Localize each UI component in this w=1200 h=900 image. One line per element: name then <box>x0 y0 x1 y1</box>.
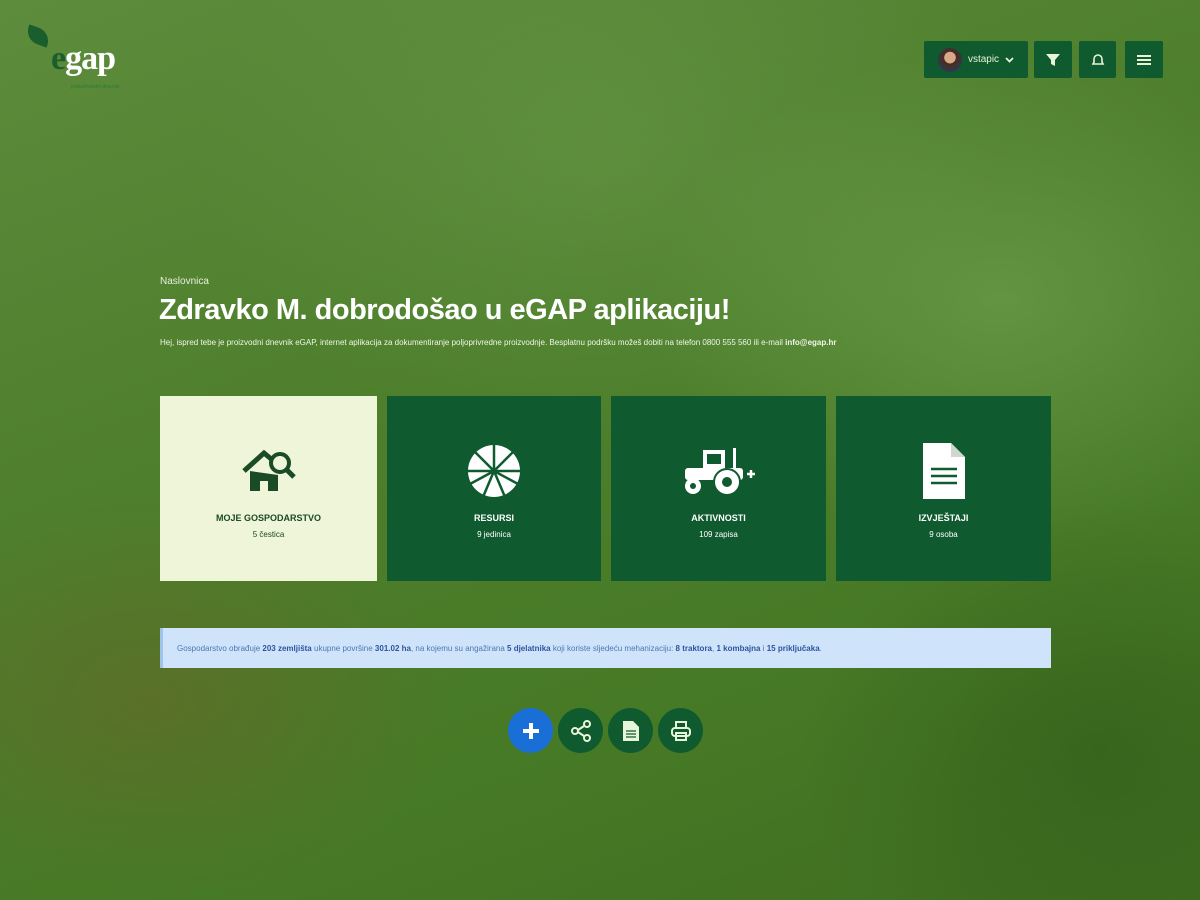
house-search-icon <box>241 449 296 491</box>
egap-logo[interactable]: egap poljoprivredni dnevnik <box>23 24 151 96</box>
card-subtitle: 9 jedinica <box>477 530 511 539</box>
breadcrumb[interactable]: Naslovnica <box>160 276 209 287</box>
card-moje-gospodarstvo[interactable]: Moje gospodarstvo 5 čestica <box>160 396 377 581</box>
card-subtitle: 109 zapisa <box>699 530 738 539</box>
username: vstapic <box>967 54 1000 65</box>
field-sun-icon <box>468 445 520 498</box>
document-icon <box>922 443 965 499</box>
print-icon <box>670 720 691 741</box>
card-izvjestaji[interactable]: Izvještaji 9 osoba <box>836 396 1051 581</box>
user-menu-button[interactable]: vstapic <box>924 41 1028 78</box>
card-title: Resursi <box>473 513 514 523</box>
export-document-button[interactable] <box>608 708 653 753</box>
logo-wordmark: egap <box>51 40 116 77</box>
leaf-icon <box>23 24 53 48</box>
card-title: Izvještaji <box>918 513 969 523</box>
document-icon <box>622 720 639 741</box>
menu-icon <box>1137 54 1151 65</box>
bell-icon <box>1091 53 1104 65</box>
page-title: Zdravko M. dobrodošao u eGAP aplikaciju! <box>159 294 730 326</box>
intro-text: Hej, ispred tebe je proizvodni dnevnik e… <box>160 338 837 347</box>
card-title: Aktivnosti <box>691 513 746 523</box>
filter-icon <box>1046 53 1060 66</box>
add-button[interactable] <box>508 708 553 753</box>
support-email-link[interactable]: info@egap.hr <box>785 338 836 347</box>
card-subtitle: 9 osoba <box>929 530 958 539</box>
card-resursi[interactable]: Resursi 9 jedinica <box>387 396 601 581</box>
logo-tagline: poljoprivredni dnevnik <box>71 84 120 90</box>
filter-button[interactable] <box>1034 41 1072 78</box>
notifications-button[interactable] <box>1079 41 1116 78</box>
tractor-icon <box>684 448 755 496</box>
add-icon <box>522 722 539 739</box>
main-menu-button[interactable] <box>1125 41 1163 78</box>
card-subtitle: 5 čestica <box>252 530 285 539</box>
avatar <box>937 47 962 72</box>
card-aktivnosti[interactable]: Aktivnosti 109 zapisa <box>611 396 826 581</box>
farm-summary-alert: Gospodarstvo obrađuje 203 zemljišta ukup… <box>160 628 1051 668</box>
share-button[interactable] <box>558 708 603 753</box>
print-button[interactable] <box>658 708 703 753</box>
card-title: Moje gospodarstvo <box>215 513 322 523</box>
share-icon <box>570 719 591 742</box>
chevron-down-icon <box>1005 56 1014 63</box>
